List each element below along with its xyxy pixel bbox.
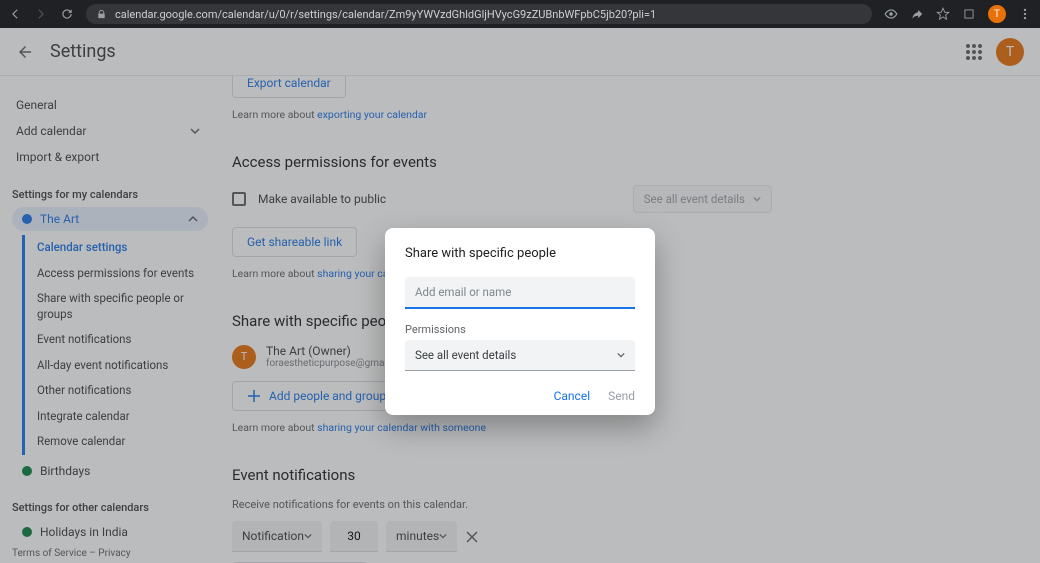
permissions-label: Permissions	[405, 323, 635, 336]
star-icon[interactable]	[936, 7, 950, 21]
lock-icon	[96, 9, 107, 20]
permissions-select[interactable]: See all event details	[405, 340, 635, 371]
forward-icon[interactable]	[34, 7, 48, 21]
extensions-icon[interactable]	[962, 7, 976, 21]
modal-overlay[interactable]: Share with specific people Permissions S…	[0, 28, 1040, 563]
address-bar[interactable]: calendar.google.com/calendar/u/0/r/setti…	[86, 4, 872, 24]
reload-icon[interactable]	[60, 7, 74, 21]
eye-icon[interactable]	[884, 7, 898, 21]
profile-avatar[interactable]: T	[988, 5, 1006, 23]
share-dialog: Share with specific people Permissions S…	[385, 228, 655, 415]
dialog-title: Share with specific people	[405, 246, 635, 261]
share-icon[interactable]	[910, 7, 924, 21]
chevron-down-icon	[617, 351, 625, 359]
email-input[interactable]	[405, 277, 635, 309]
cancel-button[interactable]: Cancel	[554, 389, 591, 403]
menu-icon[interactable]	[1018, 7, 1032, 21]
back-icon[interactable]	[8, 7, 22, 21]
send-button[interactable]: Send	[608, 389, 635, 403]
url-text: calendar.google.com/calendar/u/0/r/setti…	[115, 8, 656, 21]
browser-chrome: calendar.google.com/calendar/u/0/r/setti…	[0, 0, 1040, 28]
